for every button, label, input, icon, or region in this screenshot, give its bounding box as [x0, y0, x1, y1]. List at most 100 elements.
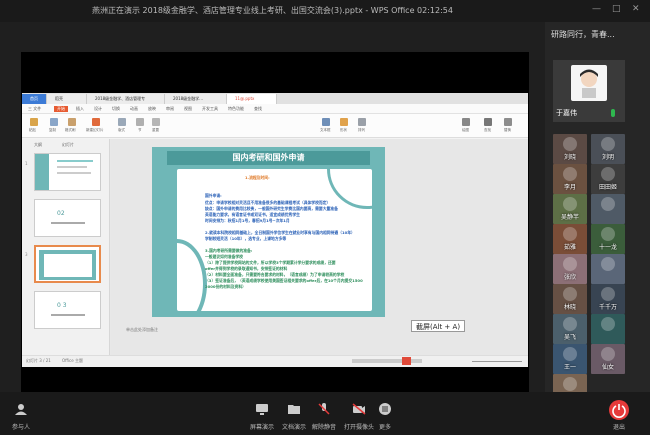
camera-off-icon	[352, 403, 366, 415]
play-slideshow-icon[interactable]	[402, 357, 411, 365]
wps-doc-tabs: 首页 稻壳 2018级金融学、酒店管理专 2018级金融学... 11@.ppt…	[22, 93, 528, 104]
doc-tab-home[interactable]: 首页	[22, 94, 47, 104]
ribbon-tab-developer[interactable]: 开发工具	[202, 106, 218, 112]
participant-avatar	[601, 137, 615, 151]
paste-icon[interactable]	[30, 118, 38, 126]
screen-share-label: 屏幕演示	[250, 424, 275, 431]
participant-tile[interactable]: 千千万	[591, 284, 625, 314]
arrange-icon[interactable]	[358, 118, 366, 126]
members-icon	[15, 404, 27, 415]
ribbon-tab-design[interactable]: 设计	[94, 106, 102, 112]
participant-avatar	[563, 377, 577, 391]
participant-tile[interactable]: 林晓	[553, 284, 587, 314]
ribbon-tab-insert[interactable]: 插入	[76, 106, 84, 112]
section-icon[interactable]	[136, 118, 144, 126]
ribbon-tab-animation[interactable]: 动画	[130, 106, 138, 112]
doc-tab-file-1[interactable]: 2018级金融学、酒店管理专	[87, 94, 165, 104]
participant-tile[interactable]: 刘明	[591, 134, 625, 164]
thumb-number: 1	[25, 161, 28, 166]
layout-icon[interactable]	[118, 118, 126, 126]
ribbon-tab-review[interactable]: 审阅	[166, 106, 174, 112]
doc-share-button[interactable]: 文档演示	[282, 400, 306, 431]
slide-text-line: （3）签证准备后，（英语成绩学校使用美国签证相关要求的offer后，在10个月内…	[205, 278, 363, 283]
close-button[interactable]: ✕	[632, 4, 640, 14]
shared-screen: 首页 稻壳 2018级金融学、酒店管理专 2018级金融学... 11@.ppt…	[21, 52, 529, 392]
ribbon-tab-features[interactable]: 特色功能	[228, 106, 244, 112]
participant-name: 张欣	[563, 274, 576, 281]
participant-avatar	[601, 317, 615, 331]
slide-thumbnail-1[interactable]	[34, 153, 101, 191]
thumb-line	[57, 166, 87, 168]
format-painter-icon[interactable]	[68, 118, 76, 126]
doc-tab-active[interactable]: 11@.pptx	[227, 94, 277, 104]
slide-content-card: 1.流程及时间: 国外申请: 优点：申请学校相对灵活且不用准备很多的基础课程考试（具…	[177, 169, 372, 311]
slide-title: 国内考研和国外申请	[232, 153, 305, 162]
participant-tile[interactable]	[591, 314, 625, 344]
slide-thumbnail-pane: 大纲 幻灯片 1 02 3 0 3	[22, 139, 110, 355]
ribbon-tab-view[interactable]: 视图	[184, 106, 192, 112]
camera-label: 打开摄像头	[344, 424, 375, 431]
minimize-button[interactable]: —	[592, 4, 601, 14]
replace-icon[interactable]	[504, 118, 512, 126]
host-video-tile[interactable]: 于嘉伟	[553, 60, 625, 122]
meeting-app: 燕洲正在演示 2018级金融学、酒店管理专业线上考研、出国交流会(3).pptx…	[0, 0, 650, 435]
zoom-slider[interactable]	[472, 361, 522, 362]
doc-tab-docer[interactable]: 稻壳	[47, 94, 87, 104]
participant-tile[interactable]: 茹雅	[553, 224, 587, 254]
participant-name: 吴静芊	[560, 214, 579, 221]
participant-tile[interactable]: 刘晓	[553, 134, 587, 164]
participant-avatar	[601, 197, 615, 211]
slide-thumbnail-2[interactable]: 02	[34, 199, 101, 237]
ribbon-tab-file[interactable]: 三 文件	[28, 106, 41, 112]
participant-avatar	[563, 317, 577, 331]
slide-title-bar: 国内考研和国外申请	[167, 151, 370, 165]
notes-area[interactable]: 单击此处添加备注	[111, 325, 528, 337]
ribbon-tab-slideshow[interactable]: 放映	[148, 106, 156, 112]
members-button[interactable]: 参与人	[12, 400, 30, 431]
unmute-button[interactable]: 解除静音	[312, 400, 336, 431]
slide-thumbnail-3-selected[interactable]	[34, 245, 101, 283]
participant-tile[interactable]: 十一龙	[591, 224, 625, 254]
shape-icon[interactable]	[340, 118, 348, 126]
participant-tile[interactable]: 田田姬	[591, 164, 625, 194]
ribbon-tab-search[interactable]: 查找	[254, 106, 262, 112]
more-button[interactable]: 更多	[378, 400, 392, 431]
find-icon[interactable]	[484, 118, 492, 126]
theme-name: Office 主题	[62, 358, 83, 363]
view-buttons[interactable]	[352, 359, 422, 363]
participant-tile[interactable]: 王一	[553, 344, 587, 374]
screen-share-button[interactable]: 屏幕演示	[250, 400, 274, 431]
thumb-number: 3	[25, 252, 28, 257]
participant-avatar	[563, 347, 577, 361]
participant-tile[interactable]	[591, 194, 625, 224]
participant-tile[interactable]	[591, 254, 625, 284]
doc-tab-file-2[interactable]: 2018级金融学...	[165, 94, 227, 104]
participant-tile[interactable]: 李月	[553, 164, 587, 194]
participant-avatar	[563, 287, 577, 301]
participant-panel: 研路同行，青春... 于嘉伟 刘晓 刘明李月 田田姬吴静芊茹雅 十一龙张欣林晓 千千万吴…	[545, 22, 650, 404]
textbox-icon[interactable]	[322, 118, 330, 126]
slide-counter: 幻灯片 3 / 21	[26, 358, 51, 363]
participant-tile[interactable]: 吴静芊	[553, 194, 587, 224]
meeting-title: 研路同行，青春...	[551, 30, 615, 39]
participant-tile[interactable]: 张欣	[553, 254, 587, 284]
participant-name: 田田姬	[598, 184, 617, 191]
copy-icon[interactable]	[50, 118, 58, 126]
leave-meeting-button[interactable]	[609, 400, 629, 420]
thumb-tab-slides[interactable]: 幻灯片	[62, 142, 74, 148]
participant-tile[interactable]: 仙女	[591, 344, 625, 374]
new-slide-icon[interactable]	[92, 118, 100, 126]
participant-tile[interactable]: 吴飞	[553, 314, 587, 344]
reset-label: 重置	[152, 128, 159, 132]
draw-icon[interactable]	[462, 118, 470, 126]
doc-share-label: 文档演示	[282, 424, 307, 431]
thumb-tab-outline[interactable]: 大纲	[34, 142, 42, 148]
shared-screen-area: 首页 稻壳 2018级金融学、酒店管理专 2018级金融学... 11@.ppt…	[0, 22, 545, 392]
ribbon-tab-home[interactable]: 开始	[54, 106, 68, 112]
maximize-button[interactable]: □	[612, 4, 621, 14]
reset-icon[interactable]	[152, 118, 160, 126]
camera-button[interactable]: 打开摄像头	[344, 400, 374, 431]
ribbon-tab-transition[interactable]: 切换	[112, 106, 120, 112]
slide-thumbnail-4[interactable]: 0 3	[34, 291, 101, 329]
participant-name: 李月	[563, 184, 576, 191]
